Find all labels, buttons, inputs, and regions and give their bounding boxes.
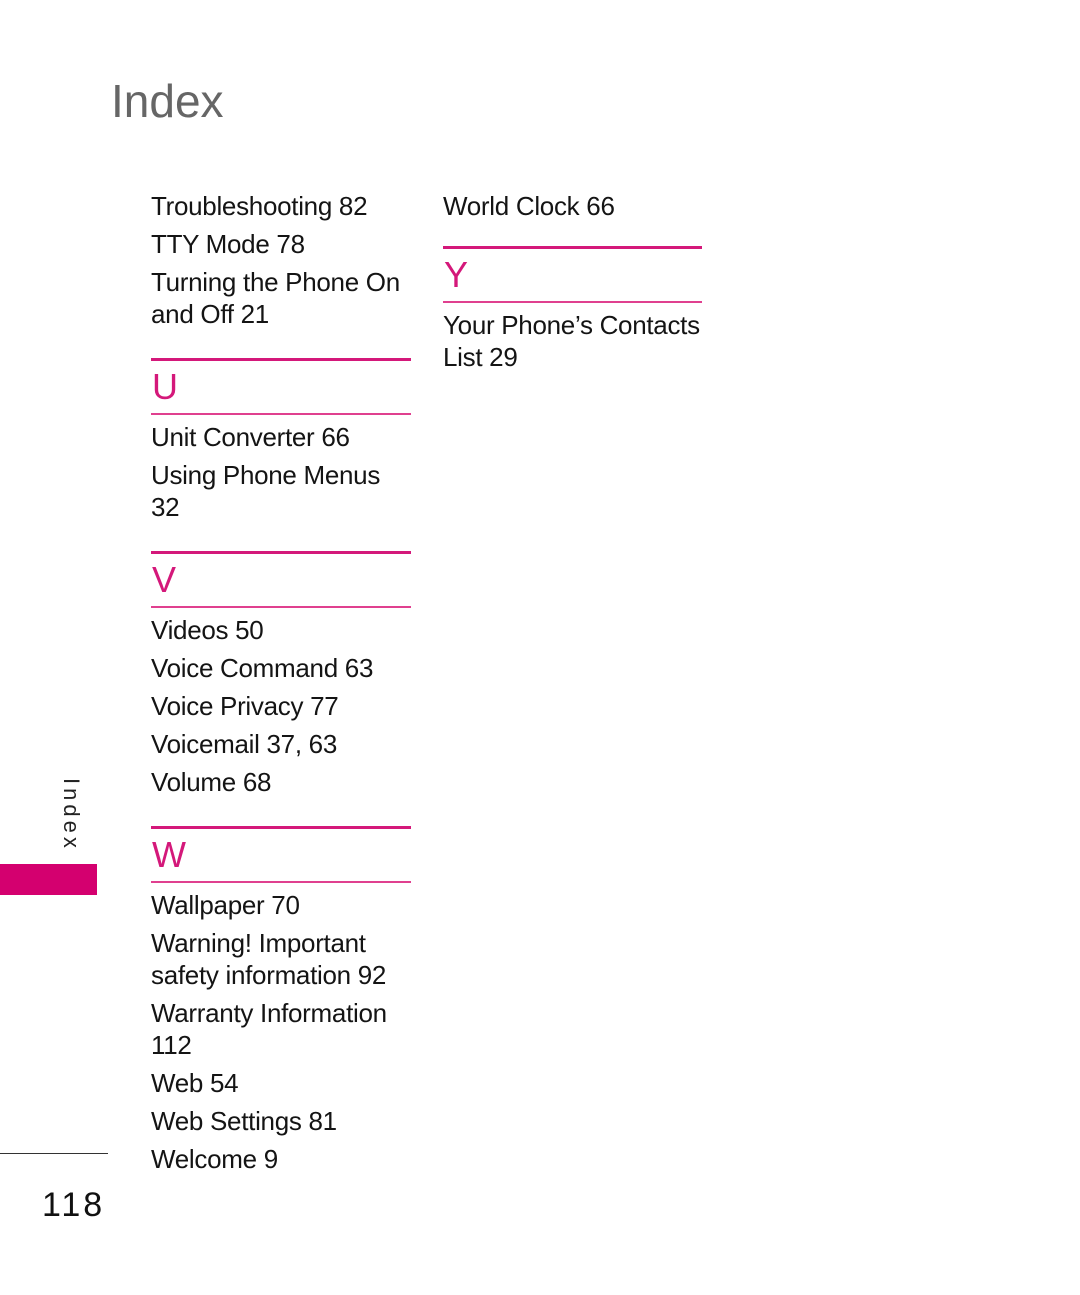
index-entry: Turning the Phone On and Off 21	[151, 267, 400, 329]
index-entry: Wallpaper 70	[151, 890, 300, 920]
index-entry: TTY Mode 78	[151, 229, 305, 259]
index-entry: Using Phone Menus 32	[151, 460, 381, 522]
index-entry: Your Phone’s Contacts List 29	[443, 310, 700, 372]
index-entry: Unit Converter 66	[151, 422, 350, 452]
index-entry: Troubleshooting 82	[151, 191, 368, 221]
side-tab-label: Index	[59, 778, 84, 852]
section-divider	[151, 606, 411, 608]
index-column-left: Troubleshooting 82 TTY Mode 78 Turning t…	[151, 190, 411, 1181]
index-column-right: World Clock 66 Y Your Phone’s Contacts L…	[443, 190, 703, 379]
section-y: Y Your Phone’s Contacts List 29	[443, 246, 703, 373]
section-letter: U	[152, 366, 178, 407]
index-entry: Warning! Important safety information 92	[151, 928, 387, 990]
index-entry: Voice Privacy 77	[151, 691, 339, 721]
index-entry: Voice Command 63	[151, 653, 374, 683]
section-divider	[443, 301, 702, 303]
section-v: V Videos 50 Voice Command 63 Voice Priva…	[151, 551, 411, 798]
section-divider	[151, 881, 411, 883]
page-number: 118	[42, 1186, 106, 1224]
index-entry: Web 54	[151, 1068, 239, 1098]
section-w: W Wallpaper 70 Warning! Important safety…	[151, 826, 411, 1175]
index-entry: Videos 50	[151, 615, 264, 645]
section-divider	[151, 413, 411, 415]
side-tab-marker	[0, 864, 97, 895]
footer-divider	[0, 1153, 108, 1154]
section-letter: Y	[444, 254, 469, 295]
index-entry: World Clock 66	[443, 191, 615, 221]
page-title: Index	[111, 75, 224, 127]
index-entry: Welcome 9	[151, 1144, 278, 1174]
section-letter: W	[152, 834, 186, 875]
index-entry: Volume 68	[151, 767, 272, 797]
index-entry: Web Settings 81	[151, 1106, 337, 1136]
section-u: U Unit Converter 66 Using Phone Menus 32	[151, 358, 411, 523]
index-entry: Warranty Information 112	[151, 998, 387, 1060]
index-entry: Voicemail 37, 63	[151, 729, 337, 759]
section-letter: V	[152, 559, 177, 600]
